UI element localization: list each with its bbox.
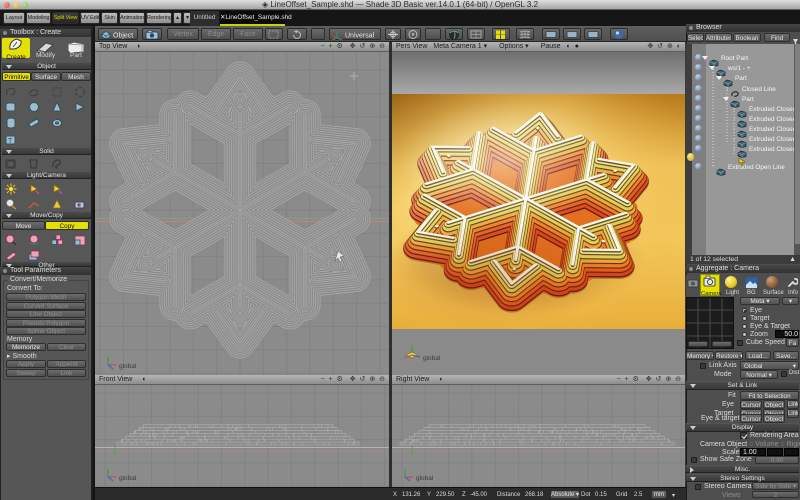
svg-text:global: global (119, 363, 137, 370)
svg-text:global: global (119, 475, 137, 482)
svg-text:Universal: Universal (345, 33, 375, 40)
svg-text:global: global (423, 355, 441, 362)
svg-text:T: T (8, 138, 13, 145)
svg-text:Object: Object (113, 33, 133, 40)
svg-text:global: global (416, 475, 434, 482)
